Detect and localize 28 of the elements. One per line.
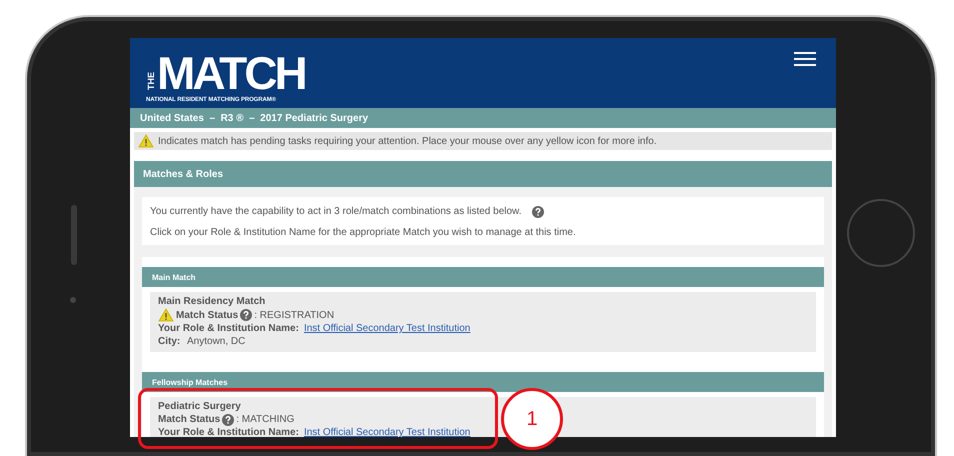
- city-label: City:: [158, 335, 180, 348]
- help-icon[interactable]: [222, 414, 234, 426]
- logo-mark: THE: [146, 72, 156, 90]
- warning-icon: [158, 308, 174, 322]
- help-icon[interactable]: [532, 206, 544, 218]
- match-breadcrumb: United States – R3 ® – 2017 Pediatric Surgery: [130, 108, 836, 128]
- role-label: Your Role & Institution Name:: [158, 426, 299, 437]
- city-value: Anytown, DC: [187, 335, 246, 348]
- notice-text: Indicates match has pending tasks requiring your attention. Place your mouse over any yellow icon for more info.: [158, 136, 657, 146]
- menu-button[interactable]: [794, 51, 816, 67]
- camera-lens: [70, 297, 76, 303]
- institution-link[interactable]: Inst Official Secondary Test Institution: [304, 426, 470, 437]
- warning-icon: [138, 134, 154, 148]
- status-label: Match Status: [176, 308, 238, 322]
- institution-link[interactable]: Inst Official Secondary Test Institution: [304, 322, 470, 335]
- help-icon[interactable]: [240, 309, 252, 321]
- panel-title: Matches & Roles: [143, 168, 224, 180]
- role-label: Your Role & Institution Name:: [158, 322, 299, 335]
- match-name: Main Residency Match: [158, 295, 266, 308]
- status-value: : REGISTRATION: [254, 308, 334, 322]
- group-title: Fellowship Matches: [152, 378, 228, 386]
- status-label: Match Status: [158, 413, 220, 426]
- match-name: Pediatric Surgery: [158, 400, 241, 413]
- status-value: : MATCHING: [236, 413, 294, 426]
- group-title: Main Match: [152, 272, 196, 282]
- intro-text: Click on your Role & Institution Name for the appropriate Match you wish to manage at this time.: [150, 226, 576, 240]
- logo-title: MATCH: [157, 50, 306, 96]
- intro-text: You currently have the capability to act in 3 role/match combinations as listed below.: [150, 205, 522, 219]
